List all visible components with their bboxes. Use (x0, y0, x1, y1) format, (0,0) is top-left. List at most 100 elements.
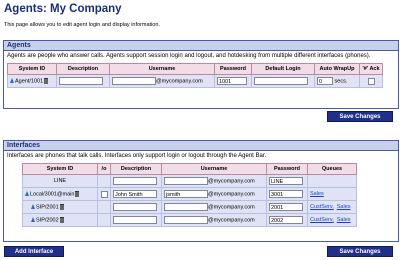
iface-o-cell (97, 174, 111, 188)
iface-username-cell: @mycompany.com (161, 213, 267, 227)
agents-table-header: System ID Description Username Password … (7, 63, 383, 75)
iface-o-cell (97, 187, 111, 201)
iface-domain: @mycompany.com (208, 204, 255, 211)
col-ack: '#' Ack (359, 63, 383, 75)
agents-description: Agents are people who answer calls. Agen… (7, 53, 371, 59)
iface-description-cell: John Smith (110, 187, 162, 201)
iface-password-input[interactable]: 2002 (269, 216, 303, 224)
col-username: Username (109, 63, 215, 75)
agent-default-login-cell (251, 74, 315, 88)
table-row: SIP/2002 @mycompany.com 2002 CustServ, Sa… (22, 213, 357, 227)
col-password: Password (266, 163, 308, 175)
agent-password-input[interactable]: 1001 (217, 77, 247, 85)
iface-system-id: LINE (53, 178, 67, 184)
interfaces-table: System ID /o Description Username Passwo… (22, 163, 357, 227)
iface-queues-cell: CustServ, Sales (307, 200, 357, 214)
agents-table: System ID Description Username Password … (7, 63, 383, 88)
move-up-icon[interactable] (10, 78, 14, 84)
move-up-icon[interactable] (31, 204, 35, 210)
move-up-icon[interactable] (25, 191, 29, 197)
queue-link[interactable]: Sales (310, 191, 324, 197)
iface-system-id: Local/3001@main (30, 191, 75, 198)
iface-o-cell (97, 213, 111, 227)
iface-password-cell: 3001 (266, 187, 308, 201)
agent-system-id-cell: Agent/1001 (7, 74, 57, 88)
iface-o-checkbox[interactable] (100, 190, 108, 198)
col-username: Username (161, 163, 267, 175)
agent-password-cell: 1001 (214, 74, 252, 88)
interfaces-description: Interfaces are phones that talk calls. I… (7, 153, 267, 159)
agent-wrapup-unit: secs. (334, 78, 348, 85)
agent-username-cell: @mycompany.com (109, 74, 215, 88)
add-interface-button[interactable]: Add Interface (4, 246, 64, 257)
iface-username-cell: @mycompany.com (161, 174, 267, 188)
agent-wrapup-cell: 0 secs. (314, 74, 360, 88)
table-row: SIP/2001 @mycompany.com 2001 CustServ, Sa… (22, 200, 357, 214)
iface-domain: @mycompany.com (208, 217, 255, 224)
iface-description-input[interactable] (113, 216, 157, 224)
iface-system-id-cell: LINE (22, 174, 98, 188)
iface-description-cell (110, 174, 162, 188)
interfaces-save-button[interactable]: Save Changes (327, 246, 393, 257)
trash-icon[interactable] (75, 190, 80, 197)
col-password: Password (214, 63, 252, 75)
interfaces-table-header: System ID /o Description Username Passwo… (22, 163, 357, 175)
agent-username-input[interactable] (112, 77, 156, 85)
iface-description-input[interactable] (113, 203, 157, 211)
iface-system-id-cell: SIP/2001 (22, 200, 98, 214)
iface-description-input[interactable]: John Smith (113, 190, 157, 198)
iface-username-cell: jsmith @mycompany.com (161, 187, 267, 201)
iface-username-cell: @mycompany.com (161, 200, 267, 214)
interfaces-header: Interfaces (4, 141, 398, 151)
iface-system-id-cell: SIP/2002 (22, 213, 98, 227)
agent-description-cell (56, 74, 110, 88)
iface-password-input[interactable]: 3001 (269, 190, 303, 198)
iface-password-cell: LINE (266, 174, 308, 188)
iface-password-cell: 2001 (266, 200, 308, 214)
iface-queues-cell: Sales (307, 187, 357, 201)
iface-o-cell (97, 200, 111, 214)
agents-save-button[interactable]: Save Changes (327, 111, 393, 122)
agent-description-input[interactable] (59, 77, 103, 85)
col-description: Description (110, 163, 162, 175)
trash-icon[interactable] (44, 77, 49, 84)
agent-default-login-input[interactable] (254, 77, 308, 85)
agent-ack-cell (359, 74, 383, 88)
iface-password-input[interactable]: LINE (269, 177, 303, 185)
iface-password-cell: 2002 (266, 213, 308, 227)
table-row: Agent/1001 @mycompany.com 1001 0 secs. (7, 74, 383, 88)
iface-system-id: SIP/2001 (36, 204, 59, 211)
col-system-id: System ID (7, 63, 57, 75)
agent-wrapup-input[interactable]: 0 (317, 77, 333, 85)
iface-password-input[interactable]: 2001 (269, 203, 303, 211)
iface-system-id: SIP/2002 (36, 217, 59, 224)
queue-link[interactable]: Sales (337, 204, 351, 210)
iface-username-input[interactable] (164, 216, 208, 224)
iface-system-id-cell: Local/3001@main (22, 187, 98, 201)
col-description: Description (56, 63, 110, 75)
agent-ack-checkbox[interactable] (367, 77, 375, 85)
trash-icon[interactable] (59, 203, 64, 210)
agents-header: Agents (4, 41, 398, 51)
iface-username-input[interactable] (164, 203, 208, 211)
agent-domain: @mycompany.com (156, 78, 203, 85)
iface-description-cell (110, 213, 162, 227)
col-queues: Queues (307, 163, 357, 175)
trash-icon[interactable] (59, 216, 64, 223)
interfaces-panel: Interfaces Interfaces are phones that ta… (3, 140, 399, 242)
queue-link[interactable]: Sales (337, 217, 351, 223)
table-row: Local/3001@main John Smith jsmith @mycomp… (22, 187, 357, 201)
col-o: /o (97, 163, 111, 175)
iface-domain: @mycompany.com (208, 178, 255, 185)
move-up-icon[interactable] (31, 217, 35, 223)
iface-username-input[interactable]: jsmith (164, 190, 208, 198)
queue-link[interactable]: CustServ, (310, 204, 334, 210)
table-row: LINE @mycompany.com LINE (22, 174, 357, 188)
iface-description-input[interactable] (113, 177, 157, 185)
queue-link[interactable]: CustServ, (310, 217, 334, 223)
iface-queues-cell (307, 174, 357, 188)
agents-panel: Agents Agents are people who answer call… (3, 40, 399, 109)
col-auto-wrapup: Auto WrapUp (314, 63, 360, 75)
iface-username-input[interactable] (164, 177, 208, 185)
iface-queues-cell: CustServ, Sales (307, 213, 357, 227)
